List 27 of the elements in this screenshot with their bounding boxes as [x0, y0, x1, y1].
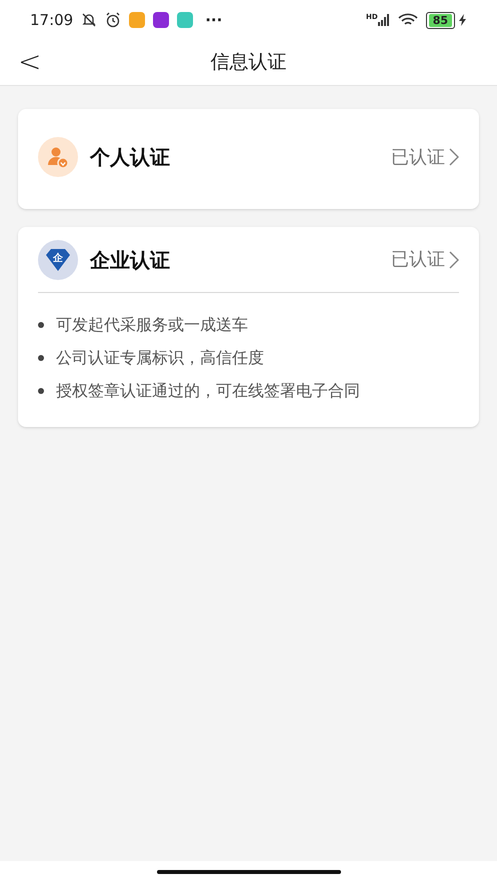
- verified-status: 已认证: [391, 248, 445, 272]
- benefit-text: 授权签章认证通过的，可在线签署电子合同: [56, 380, 360, 402]
- battery-indicator: 85: [426, 12, 455, 28]
- page-title: 信息认证: [210, 50, 286, 76]
- charging-icon: [459, 14, 467, 26]
- card-title: 个人认证: [90, 144, 170, 171]
- alarm-icon: [105, 12, 122, 28]
- app-icon: [129, 12, 146, 28]
- verification-card[interactable]: 个人认证 已认证: [18, 109, 479, 209]
- app-icon: [153, 12, 170, 28]
- more-notifications: ···: [205, 10, 222, 31]
- card-title: 企业认证: [90, 246, 170, 274]
- badge-glyph: 企: [53, 254, 63, 264]
- verification-card[interactable]: 企 企业认证 已认证 可发起代采服务或一成送车 公司认证专属标识，高信任度 授权签章认证通过的，可在线签署电子合同: [18, 227, 479, 427]
- signal-icon: [378, 14, 390, 26]
- chevron-right-icon: [449, 148, 459, 166]
- benefit-text: 公司认证专属标识，高信任度: [56, 347, 264, 369]
- verified-status: 已认证: [391, 146, 445, 170]
- wifi-icon: [398, 13, 418, 27]
- chevron-right-icon: [449, 250, 459, 268]
- person-badge-icon: [38, 137, 78, 177]
- back-button[interactable]: <: [18, 48, 42, 76]
- app-icon: [177, 12, 194, 28]
- bell-off-icon: [81, 12, 98, 28]
- benefit-text: 可发起代采服务或一成送车: [56, 314, 248, 336]
- status-time: 17:09: [30, 10, 74, 31]
- home-indicator[interactable]: [156, 870, 340, 874]
